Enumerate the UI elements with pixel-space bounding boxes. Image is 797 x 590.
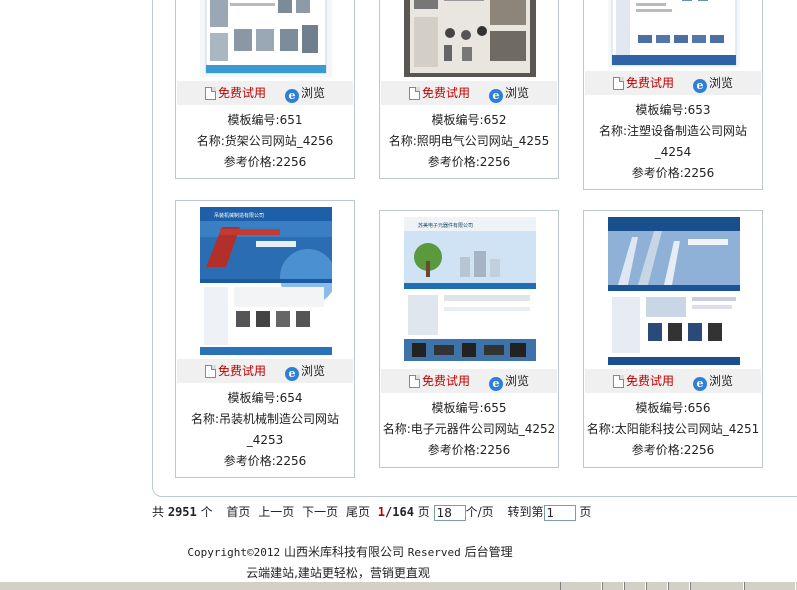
- admin-link[interactable]: 后台管理: [465, 545, 513, 559]
- template-price: 2256: [275, 155, 307, 169]
- template-card: 免费试用 e 浏览 模板编号:653 名称:注塑设备制造公司网站 _4254 参考…: [583, 0, 763, 190]
- footer: Copyright©2012 山西米库科技有限公司 Reserved 后台管理: [0, 543, 700, 560]
- template-code: 653: [687, 103, 711, 117]
- template-price: 2256: [479, 155, 511, 169]
- total-count: 2951: [167, 505, 197, 519]
- ie-browser-icon: e: [693, 377, 707, 391]
- template-name: 吊装机械制造公司网站: [219, 412, 340, 426]
- ie-browser-icon: e: [489, 89, 503, 103]
- copyright-text: Copyright©2012: [187, 546, 281, 559]
- template-name: 货架公司网站_4256: [224, 134, 334, 148]
- template-info: 模板编号:655 名称:电子元器件公司网站_4252 参考价格:2256: [382, 401, 556, 457]
- page-label: 页: [417, 505, 430, 519]
- template-card: 免费试用 e 浏览 模板编号:652 名称:照明电气公司网站_4255 参考价格:…: [379, 0, 559, 179]
- browse-link[interactable]: e 浏览: [285, 362, 325, 381]
- thumbnail-site-title: 苏美电子元器件有限公司: [418, 222, 473, 229]
- browse-link[interactable]: e 浏览: [693, 372, 733, 391]
- pagination-bar: 共 2951 个 首页 上一页 下一页 尾页 1/164 页 18 个/页 转到第…: [152, 503, 591, 521]
- ie-browser-icon: e: [693, 79, 707, 93]
- template-code: 652: [483, 113, 507, 127]
- document-icon: [613, 375, 624, 388]
- template-code: 654: [279, 391, 303, 405]
- template-price: 2256: [683, 443, 715, 457]
- free-trial-link[interactable]: 免费试用: [409, 372, 470, 390]
- reserved-text: Reserved: [407, 546, 461, 559]
- template-info: 模板编号:651 名称:货架公司网站_4256 参考价格:2256: [196, 113, 334, 169]
- total-prefix: 共: [152, 505, 165, 519]
- template-actions: 免费试用 e 浏览: [585, 369, 761, 393]
- per-page-suffix: 个/页: [465, 505, 494, 519]
- document-icon: [409, 375, 420, 388]
- template-thumbnail[interactable]: [404, 0, 536, 77]
- free-trial-link[interactable]: 免费试用: [205, 362, 266, 380]
- browse-link[interactable]: e 浏览: [693, 74, 733, 93]
- document-icon: [205, 365, 216, 378]
- footer-slogan: 云端建站,建站更轻松，营销更直观: [0, 564, 688, 581]
- template-actions: 免费试用 e 浏览: [177, 359, 353, 383]
- template-name: 照明电气公司网站_4255: [416, 134, 550, 148]
- template-actions: 免费试用 e 浏览: [585, 71, 761, 95]
- last-page-link[interactable]: 尾页: [346, 503, 370, 521]
- template-name: 注塑设备制造公司网站: [627, 124, 748, 138]
- free-trial-link[interactable]: 免费试用: [613, 74, 674, 92]
- template-name: 太阳能科技公司网站_4251: [614, 422, 760, 436]
- goto-suffix: 页: [579, 505, 592, 519]
- thumbnail-image: [200, 0, 332, 77]
- template-actions: 免费试用 e 浏览: [177, 81, 353, 105]
- ie-browser-icon: e: [285, 89, 299, 103]
- browse-link[interactable]: e 浏览: [489, 372, 529, 391]
- free-trial-link[interactable]: 免费试用: [205, 84, 266, 102]
- next-page-link[interactable]: 下一页: [302, 503, 338, 521]
- template-card: 免费试用 e 浏览 模板编号:651 名称:货架公司网站_4256 参考价格:22…: [175, 0, 355, 179]
- browse-link[interactable]: e 浏览: [285, 84, 325, 103]
- goto-page-input[interactable]: 1: [543, 504, 576, 521]
- template-thumbnail[interactable]: 吊装机械制造有限公司: [200, 207, 332, 355]
- template-thumbnail[interactable]: [200, 0, 332, 77]
- prev-page-link[interactable]: 上一页: [258, 503, 294, 521]
- thumbnail-image: 吊装机械制造有限公司: [200, 207, 332, 355]
- template-actions: 免费试用 e 浏览: [381, 81, 557, 105]
- template-price: 2256: [479, 443, 511, 457]
- current-page: 1: [377, 505, 386, 519]
- thumbnail-image: [404, 0, 536, 77]
- template-thumbnail[interactable]: 苏美电子元器件有限公司: [404, 217, 536, 365]
- thumbnail-image: [608, 0, 740, 67]
- document-icon: [205, 87, 216, 100]
- free-trial-link[interactable]: 免费试用: [409, 84, 470, 102]
- template-price: 2256: [683, 166, 715, 180]
- slogan-text: 云端建站,建站更轻松，营销更直观: [246, 566, 430, 580]
- thumbnail-image: 苏美电子元器件有限公司: [404, 217, 536, 365]
- template-actions: 免费试用 e 浏览: [381, 369, 557, 393]
- document-icon: [613, 77, 624, 90]
- template-name-suffix: _4254: [654, 145, 692, 159]
- goto-label: 转到第: [507, 505, 544, 519]
- document-icon: [409, 87, 420, 100]
- thumbnail-image: [608, 217, 740, 365]
- template-card: 吊装机械制造有限公司 免费试用 e 浏览 模板编号:654 名称:吊装机械制造公司…: [175, 200, 355, 478]
- template-card: 免费试用 e 浏览 模板编号:656 名称:太阳能科技公司网站_4251 参考价格…: [583, 210, 763, 468]
- template-code: 655: [483, 401, 507, 415]
- thumbnail-site-title: 吊装机械制造有限公司: [214, 212, 264, 219]
- total-suffix: 个: [200, 505, 213, 519]
- template-name: 电子元器件公司网站_4252: [410, 422, 556, 436]
- template-info: 模板编号:652 名称:照明电气公司网站_4255 参考价格:2256: [388, 113, 550, 169]
- template-code: 656: [687, 401, 711, 415]
- template-info: 模板编号:654 名称:吊装机械制造公司网站 _4253 参考价格:2256: [190, 391, 340, 468]
- per-page-input[interactable]: 18: [433, 504, 466, 521]
- total-pages: /164: [385, 505, 414, 519]
- ie-browser-icon: e: [489, 377, 503, 391]
- template-thumbnail[interactable]: [608, 0, 740, 67]
- template-thumbnail[interactable]: [608, 217, 740, 365]
- first-page-link[interactable]: 首页: [226, 503, 250, 521]
- template-info: 模板编号:653 名称:注塑设备制造公司网站 _4254 参考价格:2256: [598, 103, 748, 180]
- template-card: 苏美电子元器件有限公司 免费试用 e 浏览 模板编号:655 名称:电子元器件公…: [379, 210, 559, 468]
- free-trial-link[interactable]: 免费试用: [613, 372, 674, 390]
- ie-browser-icon: e: [285, 367, 299, 381]
- template-price: 2256: [275, 454, 307, 468]
- template-info: 模板编号:656 名称:太阳能科技公司网站_4251 参考价格:2256: [586, 401, 760, 457]
- company-name: 山西米库科技有限公司: [283, 545, 404, 559]
- template-name-suffix: _4253: [246, 433, 284, 447]
- browse-link[interactable]: e 浏览: [489, 84, 529, 103]
- template-code: 651: [279, 113, 303, 127]
